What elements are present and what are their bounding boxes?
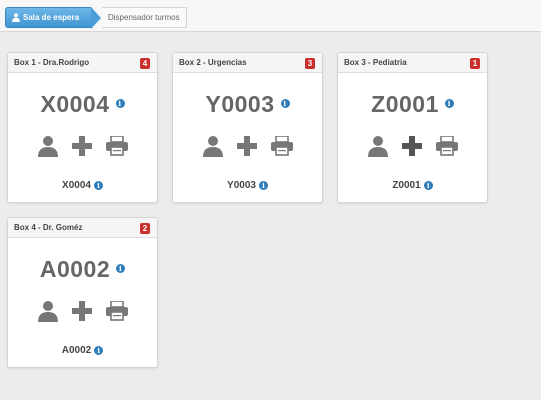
- box-card-4: Box 4 - Dr. Goméz 2 A0002 i A0002 i: [7, 217, 158, 368]
- add-ticket-button[interactable]: [401, 136, 422, 156]
- plus-icon: [71, 301, 92, 321]
- person-icon: [202, 136, 223, 157]
- box-title: Box 1 - Dra.Rodrigo: [14, 58, 90, 67]
- box-title: Box 2 - Urgencias: [179, 58, 247, 67]
- printer-icon: [435, 136, 458, 156]
- call-patient-button[interactable]: [37, 300, 58, 322]
- info-icon[interactable]: i: [115, 99, 125, 108]
- current-ticket: Y0003 i: [173, 91, 322, 118]
- top-bar: Sala de espera Dispensador turmos: [0, 0, 541, 32]
- call-patient-button[interactable]: [202, 135, 223, 157]
- user-icon: [12, 13, 20, 22]
- box-title: Box 4 - Dr. Goméz: [14, 223, 83, 232]
- print-ticket-button[interactable]: [270, 136, 293, 156]
- last-ticket: X0004 i: [8, 180, 157, 191]
- plus-icon: [401, 136, 422, 156]
- box-header: Box 2 - Urgencias 3: [173, 53, 322, 73]
- box-card-2: Box 2 - Urgencias 3 Y0003 i Y0003 i: [172, 52, 323, 203]
- last-ticket-code: X0004: [62, 180, 91, 191]
- printer-icon: [105, 136, 128, 156]
- add-ticket-button[interactable]: [71, 301, 92, 321]
- last-ticket-code: Z0001: [392, 180, 421, 191]
- last-ticket: A0002 i: [8, 345, 157, 356]
- box-actions: [173, 135, 322, 157]
- person-icon: [367, 136, 388, 157]
- add-ticket-button[interactable]: [236, 136, 257, 156]
- info-icon[interactable]: i: [116, 264, 126, 273]
- info-icon[interactable]: i: [444, 99, 454, 108]
- last-ticket-code: A0002: [61, 345, 92, 356]
- queue-count-badge: 1: [470, 58, 480, 69]
- person-icon: [37, 136, 58, 157]
- box-actions: [8, 135, 157, 157]
- box-card-1: Box 1 - Dra.Rodrigo 4 X0004 i X0004 i: [7, 52, 158, 203]
- box-header: Box 1 - Dra.Rodrigo 4: [8, 53, 157, 73]
- info-icon[interactable]: i: [94, 345, 104, 355]
- current-ticket-code: Y0003: [205, 91, 275, 117]
- info-icon[interactable]: i: [280, 99, 290, 108]
- print-ticket-button[interactable]: [105, 301, 128, 321]
- person-icon: [37, 301, 58, 322]
- info-icon[interactable]: i: [423, 180, 433, 190]
- queue-count-badge: 3: [305, 58, 315, 69]
- call-patient-button[interactable]: [367, 135, 388, 157]
- breadcrumb-sala-de-espera[interactable]: Sala de espera: [5, 7, 101, 29]
- breadcrumb-active-label: Sala de espera: [23, 13, 80, 22]
- info-icon[interactable]: i: [258, 180, 268, 190]
- box-header: Box 3 - Pediatria 1: [338, 53, 487, 73]
- plus-icon: [71, 136, 92, 156]
- current-ticket-code: Z0001: [371, 91, 439, 117]
- box-header: Box 4 - Dr. Goméz 2: [8, 218, 157, 238]
- printer-icon: [105, 301, 128, 321]
- add-ticket-button[interactable]: [71, 136, 92, 156]
- box-card-3: Box 3 - Pediatria 1 Z0001 i Z0001 i: [337, 52, 488, 203]
- last-ticket: Z0001 i: [338, 180, 487, 191]
- plus-icon: [236, 136, 257, 156]
- info-icon[interactable]: i: [93, 180, 103, 190]
- print-ticket-button[interactable]: [105, 136, 128, 156]
- last-ticket: Y0003 i: [173, 180, 322, 191]
- box-title: Box 3 - Pediatria: [344, 58, 407, 67]
- box-actions: [8, 300, 157, 322]
- printer-icon: [270, 136, 293, 156]
- queue-count-badge: 2: [140, 223, 150, 234]
- current-ticket-code: X0004: [40, 91, 110, 117]
- current-ticket: A0002 i: [8, 256, 157, 283]
- call-patient-button[interactable]: [37, 135, 58, 157]
- current-ticket: Z0001 i: [338, 91, 487, 118]
- queue-count-badge: 4: [140, 58, 150, 69]
- current-ticket: X0004 i: [8, 91, 157, 118]
- box-actions: [338, 135, 487, 157]
- current-ticket-code: A0002: [39, 256, 111, 282]
- breadcrumb-next-label: Dispensador turmos: [108, 13, 180, 22]
- last-ticket-code: Y0003: [227, 180, 256, 191]
- print-ticket-button[interactable]: [435, 136, 458, 156]
- breadcrumb-dispensador[interactable]: Dispensador turmos: [102, 7, 187, 28]
